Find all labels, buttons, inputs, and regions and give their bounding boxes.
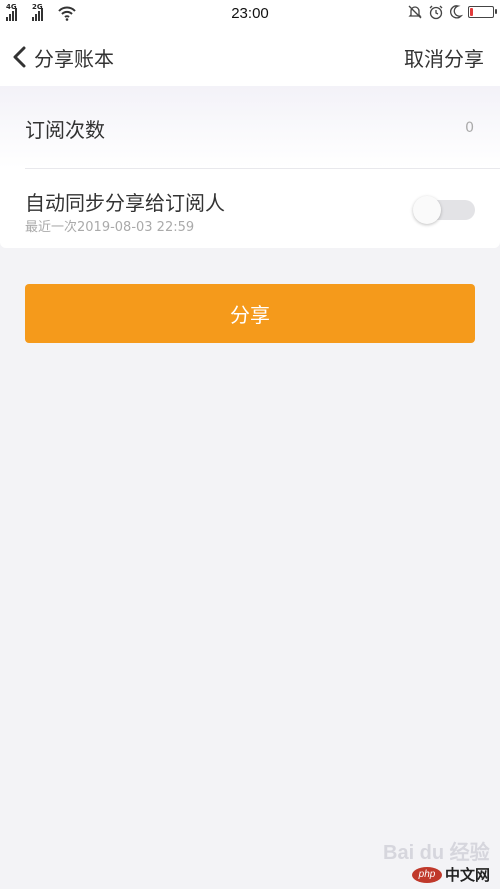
battery-icon <box>468 6 497 18</box>
subscribers-label: 订阅次数 <box>25 118 105 142</box>
back-button[interactable]: 分享账本 <box>12 28 114 86</box>
toggle-knob[interactable] <box>413 196 441 224</box>
php-site-name: 中文网 <box>445 866 491 884</box>
subscribers-row: 订阅次数 0 <box>0 86 500 168</box>
cancel-share-button[interactable]: 取消分享 <box>404 28 484 86</box>
share-button[interactable]: 分享 <box>25 284 475 343</box>
php-logo: php <box>412 866 442 883</box>
subscribers-count: 0 <box>465 120 474 136</box>
auto-sync-row: 自动同步分享给订阅人 最近一次2019-08-03 22:59 <box>0 169 500 248</box>
mute-bell-icon <box>408 5 422 19</box>
baidu-watermark: Bai du 经验 <box>383 842 490 864</box>
moon-icon <box>450 5 463 19</box>
chevron-left-icon[interactable] <box>12 46 28 68</box>
alarm-icon <box>429 5 443 20</box>
settings-card: 订阅次数 0 自动同步分享给订阅人 最近一次2019-08-03 22:59 <box>0 86 500 248</box>
php-watermark: php 中文网 <box>412 864 490 885</box>
status-bar: 4G 2G 23:00 <box>0 0 500 28</box>
nav-bar: 分享账本 取消分享 <box>0 28 500 86</box>
status-right <box>407 4 497 20</box>
battery-fill <box>470 8 473 16</box>
last-sync-time: 最近一次2019-08-03 22:59 <box>25 220 195 235</box>
auto-sync-toggle[interactable] <box>413 196 475 224</box>
auto-sync-label: 自动同步分享给订阅人 <box>25 191 225 215</box>
page-title: 分享账本 <box>34 46 114 71</box>
